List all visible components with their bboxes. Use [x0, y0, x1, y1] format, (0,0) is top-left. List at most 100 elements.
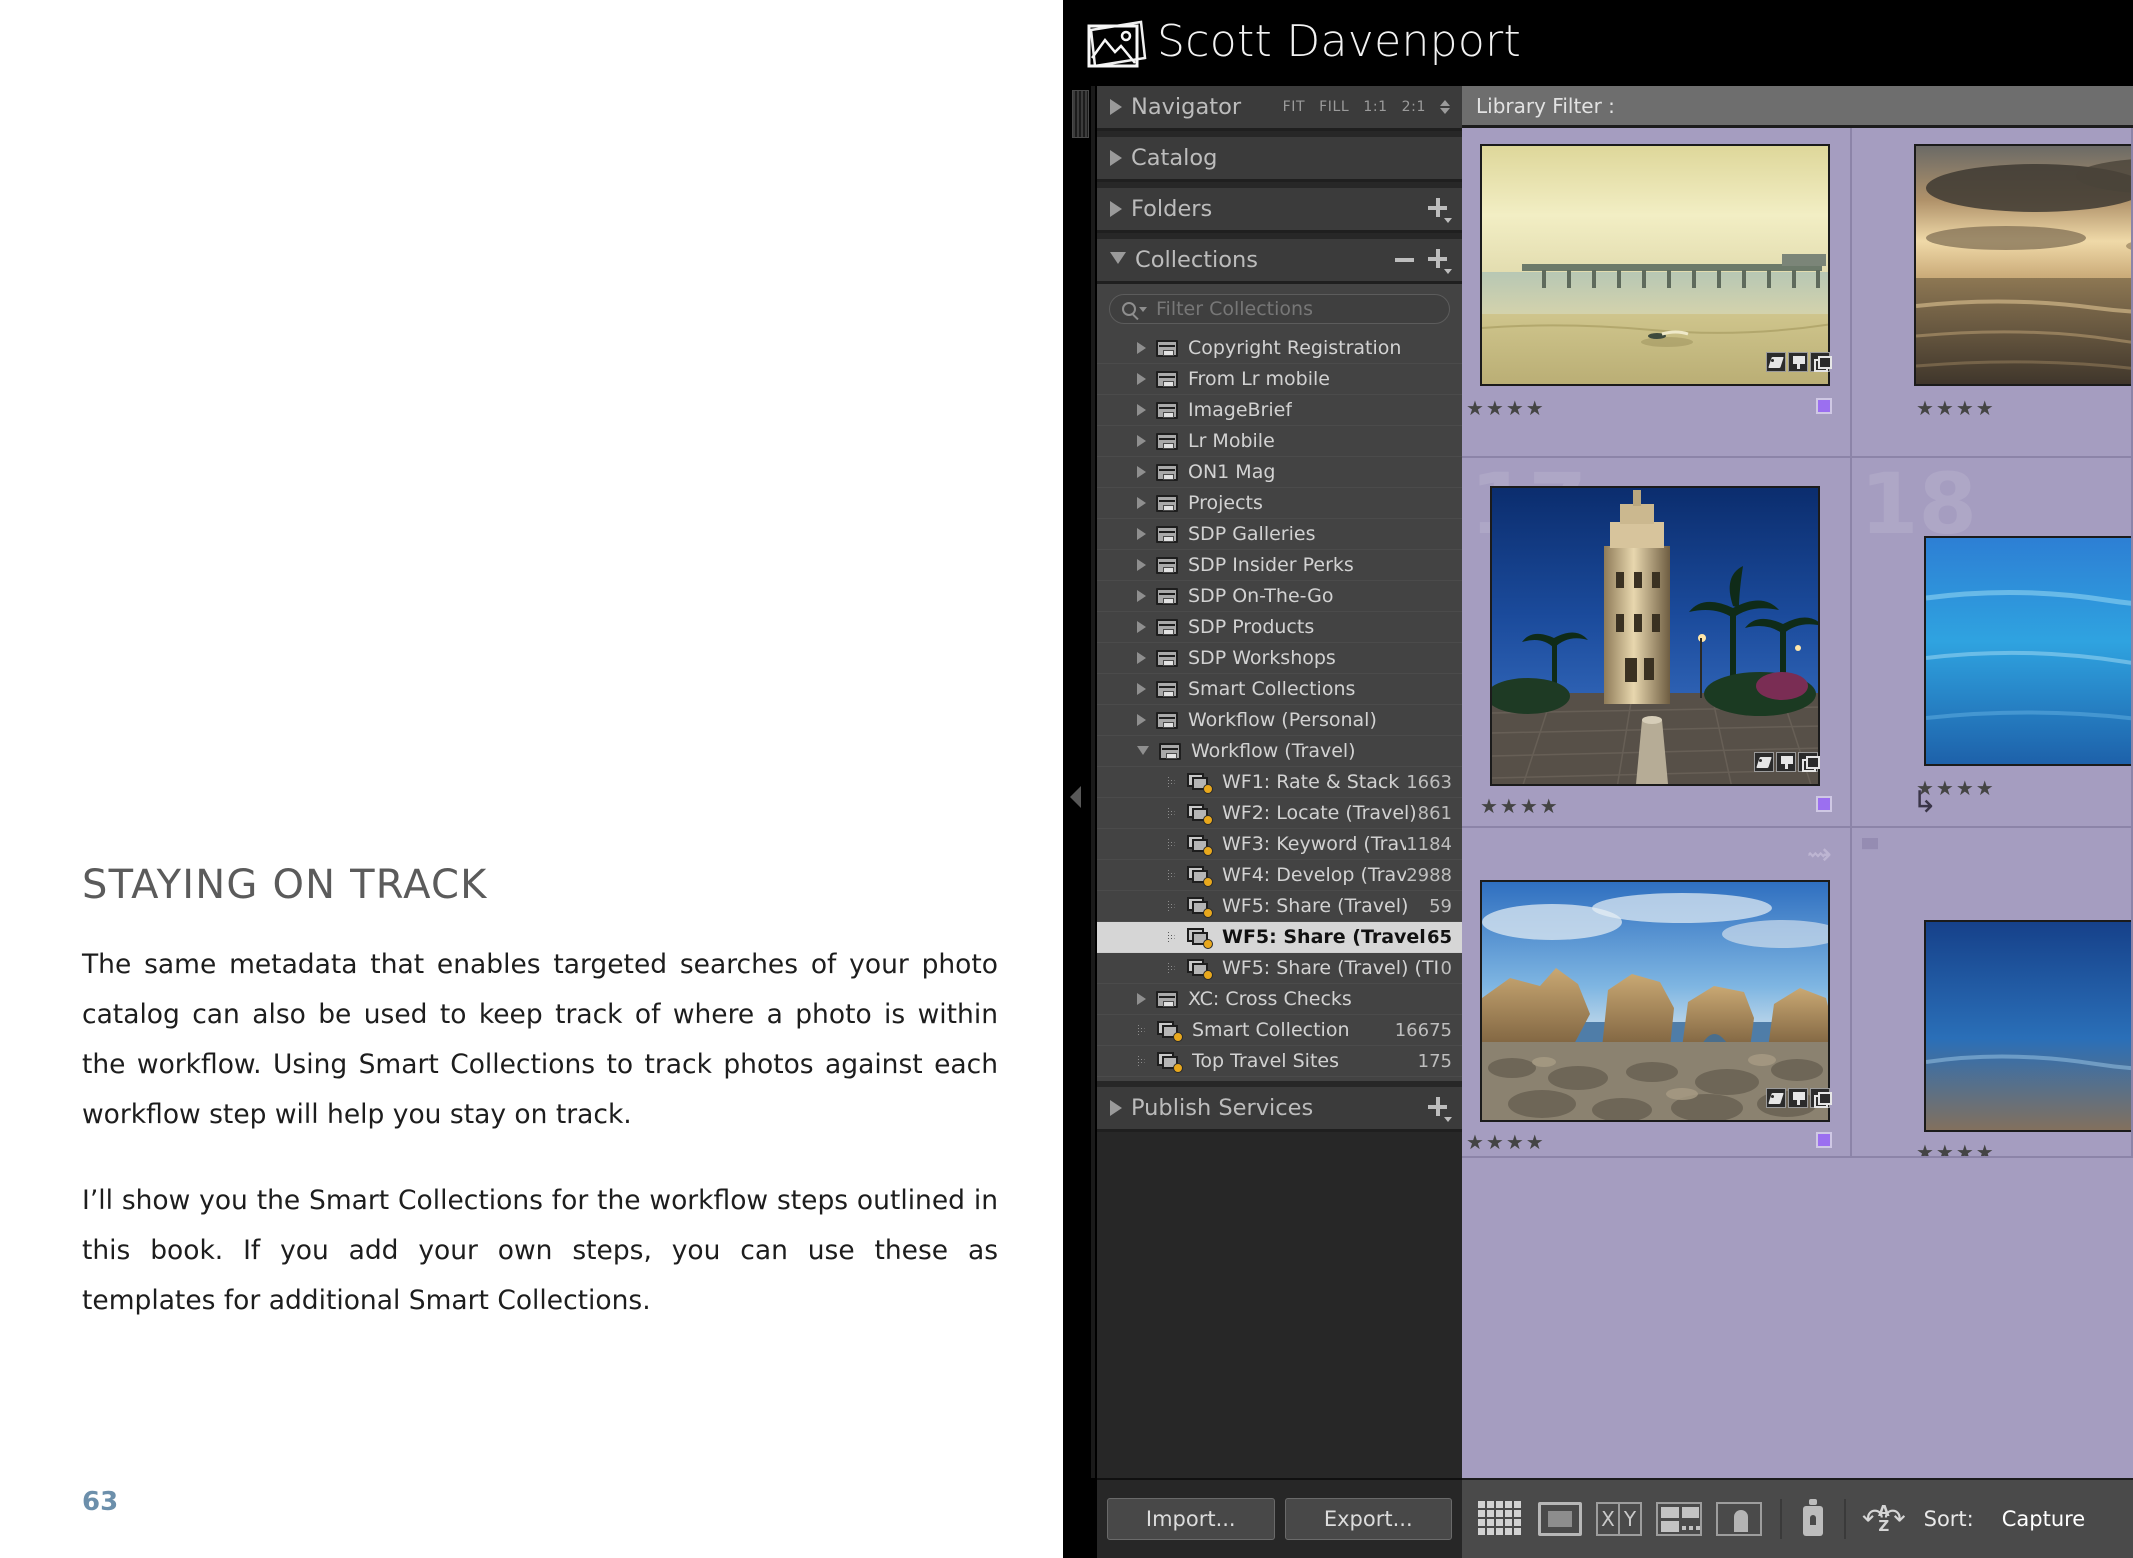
disclosure-triangle-icon[interactable]	[1137, 1024, 1147, 1036]
collection-row[interactable]: SDP Galleries	[1097, 519, 1462, 550]
disclosure-triangle-icon[interactable]	[1137, 590, 1146, 602]
disclosure-triangle-icon[interactable]	[1137, 1055, 1147, 1067]
disclosure-triangle-icon[interactable]	[1167, 807, 1177, 819]
disclosure-triangle-icon[interactable]	[1137, 528, 1146, 540]
panel-grip-handle[interactable]	[1072, 90, 1089, 138]
crop-icon[interactable]	[1788, 1088, 1808, 1108]
collection-row[interactable]: ON1 Mag	[1097, 457, 1462, 488]
collection-row[interactable]: SDP On-The-Go	[1097, 581, 1462, 612]
collection-row[interactable]: Smart Collections	[1097, 674, 1462, 705]
disclosure-triangle-icon[interactable]	[1137, 993, 1146, 1005]
collection-row[interactable]: ImageBrief	[1097, 395, 1462, 426]
virtual-copy-icon[interactable]	[1798, 752, 1820, 772]
add-publish-service-plus-icon[interactable]	[1428, 1097, 1452, 1122]
disclosure-triangle-icon[interactable]	[1110, 201, 1122, 217]
disclosure-triangle-icon[interactable]	[1167, 931, 1177, 943]
thumbnail-image[interactable]	[1914, 144, 2131, 386]
star-rating[interactable]: ★★★★	[1916, 1140, 1996, 1156]
collection-row[interactable]: WF1: Rate & Stack (Travel)1663	[1097, 767, 1462, 798]
thumbnail-image[interactable]	[1924, 920, 2131, 1132]
zoom-stepper-icon[interactable]	[1440, 100, 1450, 114]
add-folder-plus-icon[interactable]	[1428, 198, 1452, 223]
filter-collections-input[interactable]: Filter Collections	[1109, 294, 1450, 324]
collection-row[interactable]: SDP Insider Perks	[1097, 550, 1462, 581]
disclosure-triangle-icon[interactable]	[1137, 559, 1146, 571]
zoom-option-2-1[interactable]: 2:1	[1402, 99, 1426, 115]
library-filter-bar[interactable]: Library Filter :	[1462, 86, 2133, 128]
disclosure-triangle-icon[interactable]	[1110, 251, 1126, 272]
panel-header-publish-services[interactable]: Publish Services	[1097, 1087, 1462, 1132]
rotate-arrow-icon[interactable]: ⇝	[1807, 840, 1832, 870]
disclosure-triangle-icon[interactable]	[1167, 869, 1177, 881]
grid-cell[interactable]: 18 ★★★★ ↳	[1852, 458, 2133, 828]
loupe-view-icon[interactable]	[1538, 1502, 1582, 1536]
rotate-arrow-icon[interactable]: ↳	[1912, 788, 1937, 818]
sort-value[interactable]: Capture	[2002, 1507, 2086, 1531]
disclosure-triangle-icon[interactable]	[1137, 652, 1146, 664]
thumbnail-badges[interactable]	[1766, 352, 1832, 372]
crop-icon[interactable]	[1776, 752, 1796, 772]
crop-icon[interactable]	[1788, 352, 1808, 372]
panel-header-folders[interactable]: Folders	[1097, 188, 1462, 233]
thumbnail-image[interactable]	[1480, 880, 1830, 1122]
thumbnail-image[interactable]	[1924, 536, 2131, 766]
star-rating[interactable]: ★★★★	[1466, 1130, 1546, 1154]
collection-row[interactable]: Top Travel Sites 175	[1097, 1046, 1462, 1077]
painter-spray-icon[interactable]	[1800, 1499, 1826, 1539]
grid-cell[interactable]: ★★★★	[1852, 828, 2133, 1158]
disclosure-triangle-icon[interactable]	[1137, 621, 1146, 633]
compare-view-icon[interactable]: XY	[1596, 1502, 1642, 1536]
keyword-tag-icon[interactable]	[1766, 1088, 1786, 1108]
keyword-tag-icon[interactable]	[1754, 752, 1774, 772]
disclosure-triangle-icon[interactable]	[1110, 150, 1122, 166]
disclosure-triangle-icon[interactable]	[1137, 342, 1146, 354]
add-collection-plus-icon[interactable]	[1428, 249, 1452, 274]
collection-row[interactable]: Smart Collection 16675	[1097, 1015, 1462, 1046]
disclosure-triangle-icon[interactable]	[1137, 497, 1146, 509]
collection-row[interactable]: WF5: Share (Travel) (PSD)65	[1097, 922, 1462, 953]
collapse-panel-arrow-icon[interactable]	[1070, 786, 1081, 808]
sort-az-icon[interactable]: AZ	[1862, 1504, 1905, 1534]
collection-row[interactable]: WF3: Keyword (Travel)1184	[1097, 829, 1462, 860]
keyword-tag-icon[interactable]	[1766, 352, 1786, 372]
thumbnail-badges[interactable]	[1766, 1088, 1832, 1108]
collection-row[interactable]: WF5: Share (Travel) 59	[1097, 891, 1462, 922]
disclosure-triangle-icon[interactable]	[1137, 466, 1146, 478]
collection-row[interactable]: SDP Products	[1097, 612, 1462, 643]
chevron-down-icon[interactable]	[1139, 306, 1147, 312]
color-label-chip[interactable]	[1816, 796, 1832, 812]
star-rating[interactable]: ★★★★	[1466, 396, 1546, 420]
survey-view-icon[interactable]	[1656, 1502, 1702, 1536]
collection-row[interactable]: WF2: Locate (Travel) 861	[1097, 798, 1462, 829]
thumbnail-badges[interactable]	[1754, 752, 1820, 772]
collection-row[interactable]: Projects	[1097, 488, 1462, 519]
people-view-icon[interactable]	[1716, 1502, 1762, 1536]
star-rating[interactable]: ★★★★	[1480, 794, 1560, 818]
panel-header-catalog[interactable]: Catalog	[1097, 137, 1462, 182]
disclosure-triangle-icon[interactable]	[1137, 404, 1146, 416]
export-button[interactable]: Export...	[1284, 1498, 1452, 1540]
collection-row[interactable]: WF4: Develop (Travel)2988	[1097, 860, 1462, 891]
grid-cell[interactable]: ★★★★	[1852, 128, 2133, 458]
disclosure-triangle-icon[interactable]	[1110, 99, 1122, 115]
thumbnail-image[interactable]	[1490, 486, 1820, 786]
collection-row[interactable]: Lr Mobile	[1097, 426, 1462, 457]
thumbnail-image[interactable]	[1480, 144, 1830, 386]
disclosure-triangle-icon[interactable]	[1137, 683, 1146, 695]
zoom-option-fill[interactable]: FILL	[1319, 99, 1349, 115]
star-rating[interactable]: ★★★★	[1916, 396, 1996, 420]
disclosure-triangle-icon[interactable]	[1137, 373, 1146, 385]
color-label-chip[interactable]	[1816, 1132, 1832, 1148]
grid-view-icon[interactable]	[1478, 1501, 1524, 1537]
import-button[interactable]: Import...	[1107, 1498, 1275, 1540]
disclosure-triangle-icon[interactable]	[1110, 1100, 1122, 1116]
zoom-option-fit[interactable]: FIT	[1283, 99, 1306, 115]
disclosure-triangle-icon[interactable]	[1167, 962, 1177, 974]
zoom-option-1-1[interactable]: 1:1	[1363, 99, 1387, 115]
flag-icon[interactable]	[1862, 838, 1878, 856]
grid-cell[interactable]: 17	[1462, 458, 1852, 828]
disclosure-triangle-icon[interactable]	[1137, 435, 1146, 447]
disclosure-triangle-icon[interactable]	[1167, 776, 1177, 788]
panel-header-navigator[interactable]: Navigator FIT FILL 1:1 2:1	[1097, 86, 1462, 131]
virtual-copy-icon[interactable]	[1810, 352, 1832, 372]
